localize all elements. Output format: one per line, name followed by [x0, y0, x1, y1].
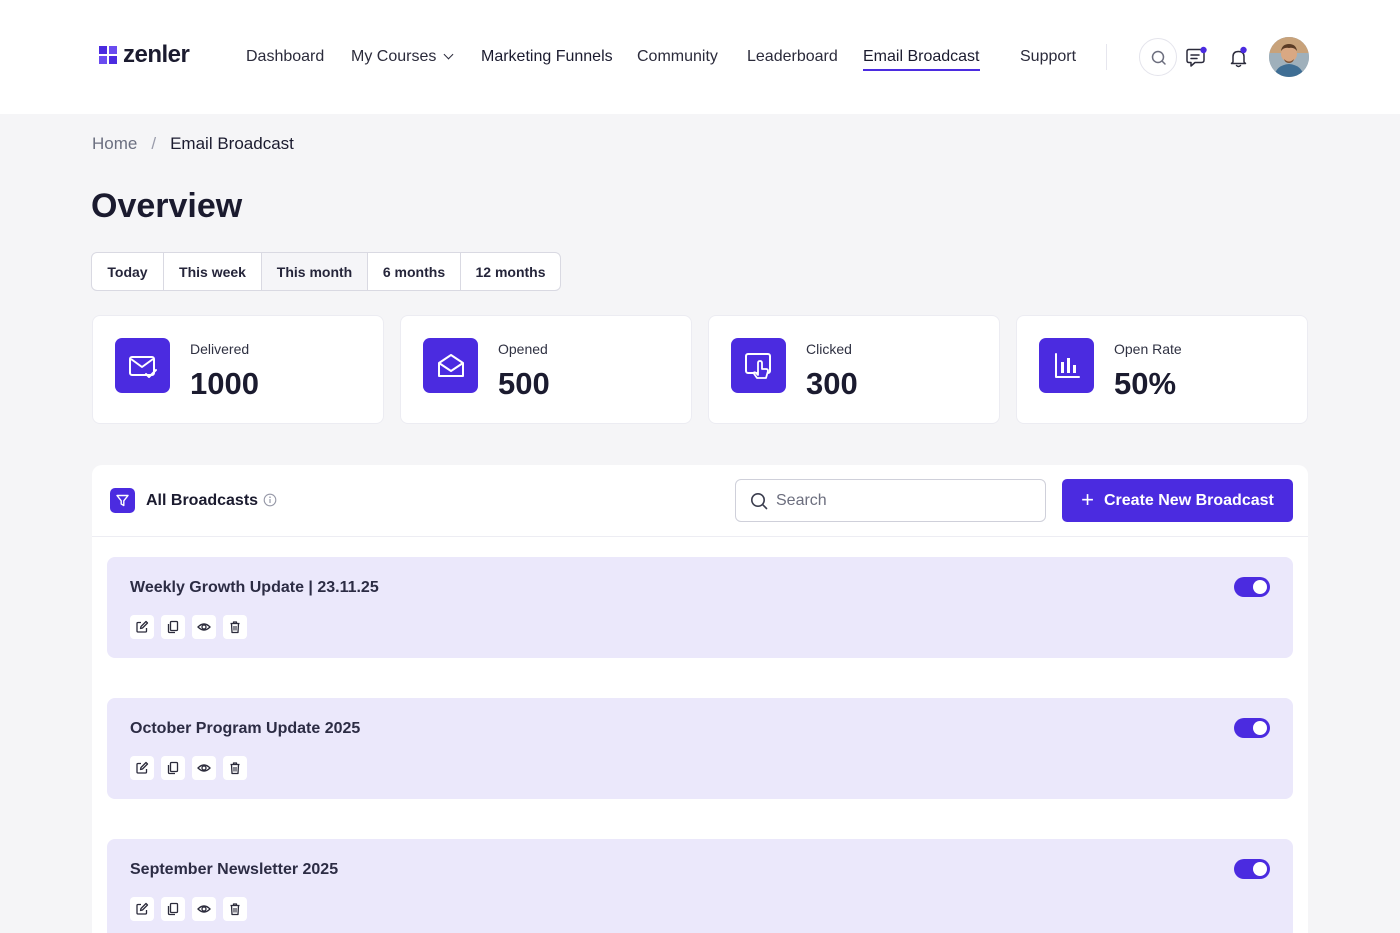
stat-value: 500 [498, 366, 550, 401]
broadcast-title: October Program Update 2025 [130, 720, 361, 737]
info-icon[interactable] [263, 493, 277, 507]
edit-icon[interactable] [130, 756, 154, 780]
stat-label: Clicked [806, 341, 852, 357]
nav-marketing-funnels[interactable]: Marketing Funnels [481, 46, 613, 68]
logo-icon [99, 45, 118, 65]
broadcasts-panel: All Broadcasts + Create New Broadcast We… [92, 465, 1308, 933]
broadcast-title: Weekly Growth Update | 23.11.25 [130, 579, 379, 596]
stat-label: Open Rate [1114, 341, 1182, 357]
toggle-knob [1253, 580, 1267, 594]
click-icon [731, 338, 786, 393]
broadcast-toggle[interactable] [1234, 577, 1270, 597]
broadcast-toggle[interactable] [1234, 859, 1270, 879]
toggle-knob [1253, 721, 1267, 735]
delete-icon[interactable] [223, 897, 247, 921]
chevron-down-icon [443, 49, 454, 60]
broadcast-actions [130, 756, 247, 780]
duplicate-icon[interactable] [161, 756, 185, 780]
broadcast-card[interactable]: Weekly Growth Update | 23.11.25 [107, 557, 1293, 658]
nav-community[interactable]: Community [637, 46, 718, 68]
preview-icon[interactable] [192, 756, 216, 780]
duplicate-icon[interactable] [161, 897, 185, 921]
edit-icon[interactable] [130, 615, 154, 639]
nav-email-broadcast[interactable]: Email Broadcast [863, 46, 980, 71]
duplicate-icon[interactable] [161, 615, 185, 639]
breadcrumb-home[interactable]: Home [92, 134, 137, 153]
top-navbar: zenler Dashboard My Courses Marketing Fu… [0, 0, 1400, 114]
breadcrumb: Home / Email Broadcast [92, 134, 294, 154]
broadcast-card[interactable]: September Newsletter 2025 [107, 839, 1293, 933]
search-input[interactable] [776, 489, 1036, 513]
logo-text: zenler [123, 41, 190, 68]
nav-divider [1106, 44, 1107, 70]
stat-label: Delivered [190, 341, 250, 357]
edit-icon[interactable] [130, 897, 154, 921]
nav-my-courses-label: My Courses [351, 48, 437, 65]
create-new-broadcast-button[interactable]: + Create New Broadcast [1062, 479, 1293, 522]
stat-card-open-rate: Open Rate 50% [1016, 315, 1308, 424]
broadcast-actions [130, 897, 247, 921]
range-this-week[interactable]: This week [164, 253, 262, 290]
delete-icon[interactable] [223, 615, 247, 639]
stat-label: Opened [498, 341, 548, 357]
breadcrumb-separator: / [151, 134, 157, 153]
nav-dashboard[interactable]: Dashboard [246, 46, 324, 68]
search-icon[interactable] [1139, 38, 1177, 76]
stat-value: 1000 [190, 366, 259, 401]
zenler-logo[interactable]: zenler [99, 41, 190, 68]
nav-leaderboard[interactable]: Leaderboard [747, 46, 838, 68]
range-6-months[interactable]: 6 months [368, 253, 461, 290]
nav-my-courses[interactable]: My Courses [351, 46, 454, 68]
breadcrumb-current: Email Broadcast [170, 134, 294, 153]
stat-value: 50% [1114, 366, 1177, 401]
range-today[interactable]: Today [92, 253, 164, 290]
bar-chart-icon [1039, 338, 1094, 393]
broadcasts-title: All Broadcasts [146, 492, 259, 509]
date-range-selector: Today This week This month 6 months 12 m… [91, 252, 561, 291]
broadcast-title: September Newsletter 2025 [130, 861, 339, 878]
search-icon [751, 493, 768, 510]
broadcast-actions [130, 615, 247, 639]
create-button-label: Create New Broadcast [1104, 491, 1274, 509]
stat-card-opened: Opened 500 [400, 315, 692, 424]
broadcasts-toolbar: All Broadcasts + Create New Broadcast [92, 465, 1308, 537]
mail-check-icon [115, 338, 170, 393]
plus-icon: + [1081, 486, 1094, 512]
page-title: Overview [91, 187, 243, 225]
avatar[interactable] [1269, 37, 1309, 77]
bell-icon[interactable] [1226, 45, 1252, 71]
filter-icon[interactable] [110, 488, 135, 513]
range-12-months[interactable]: 12 months [461, 253, 560, 290]
stat-value: 300 [806, 366, 858, 401]
broadcast-card[interactable]: October Program Update 2025 [107, 698, 1293, 799]
nav-support[interactable]: Support [1020, 46, 1076, 68]
mail-open-icon [423, 338, 478, 393]
stat-card-delivered: Delivered 1000 [92, 315, 384, 424]
search-field[interactable] [735, 479, 1046, 522]
preview-icon[interactable] [192, 897, 216, 921]
delete-icon[interactable] [223, 756, 247, 780]
stat-card-clicked: Clicked 300 [708, 315, 1000, 424]
range-this-month[interactable]: This month [262, 253, 368, 290]
toggle-knob [1253, 862, 1267, 876]
message-icon[interactable] [1183, 45, 1209, 71]
broadcast-toggle[interactable] [1234, 718, 1270, 738]
preview-icon[interactable] [192, 615, 216, 639]
